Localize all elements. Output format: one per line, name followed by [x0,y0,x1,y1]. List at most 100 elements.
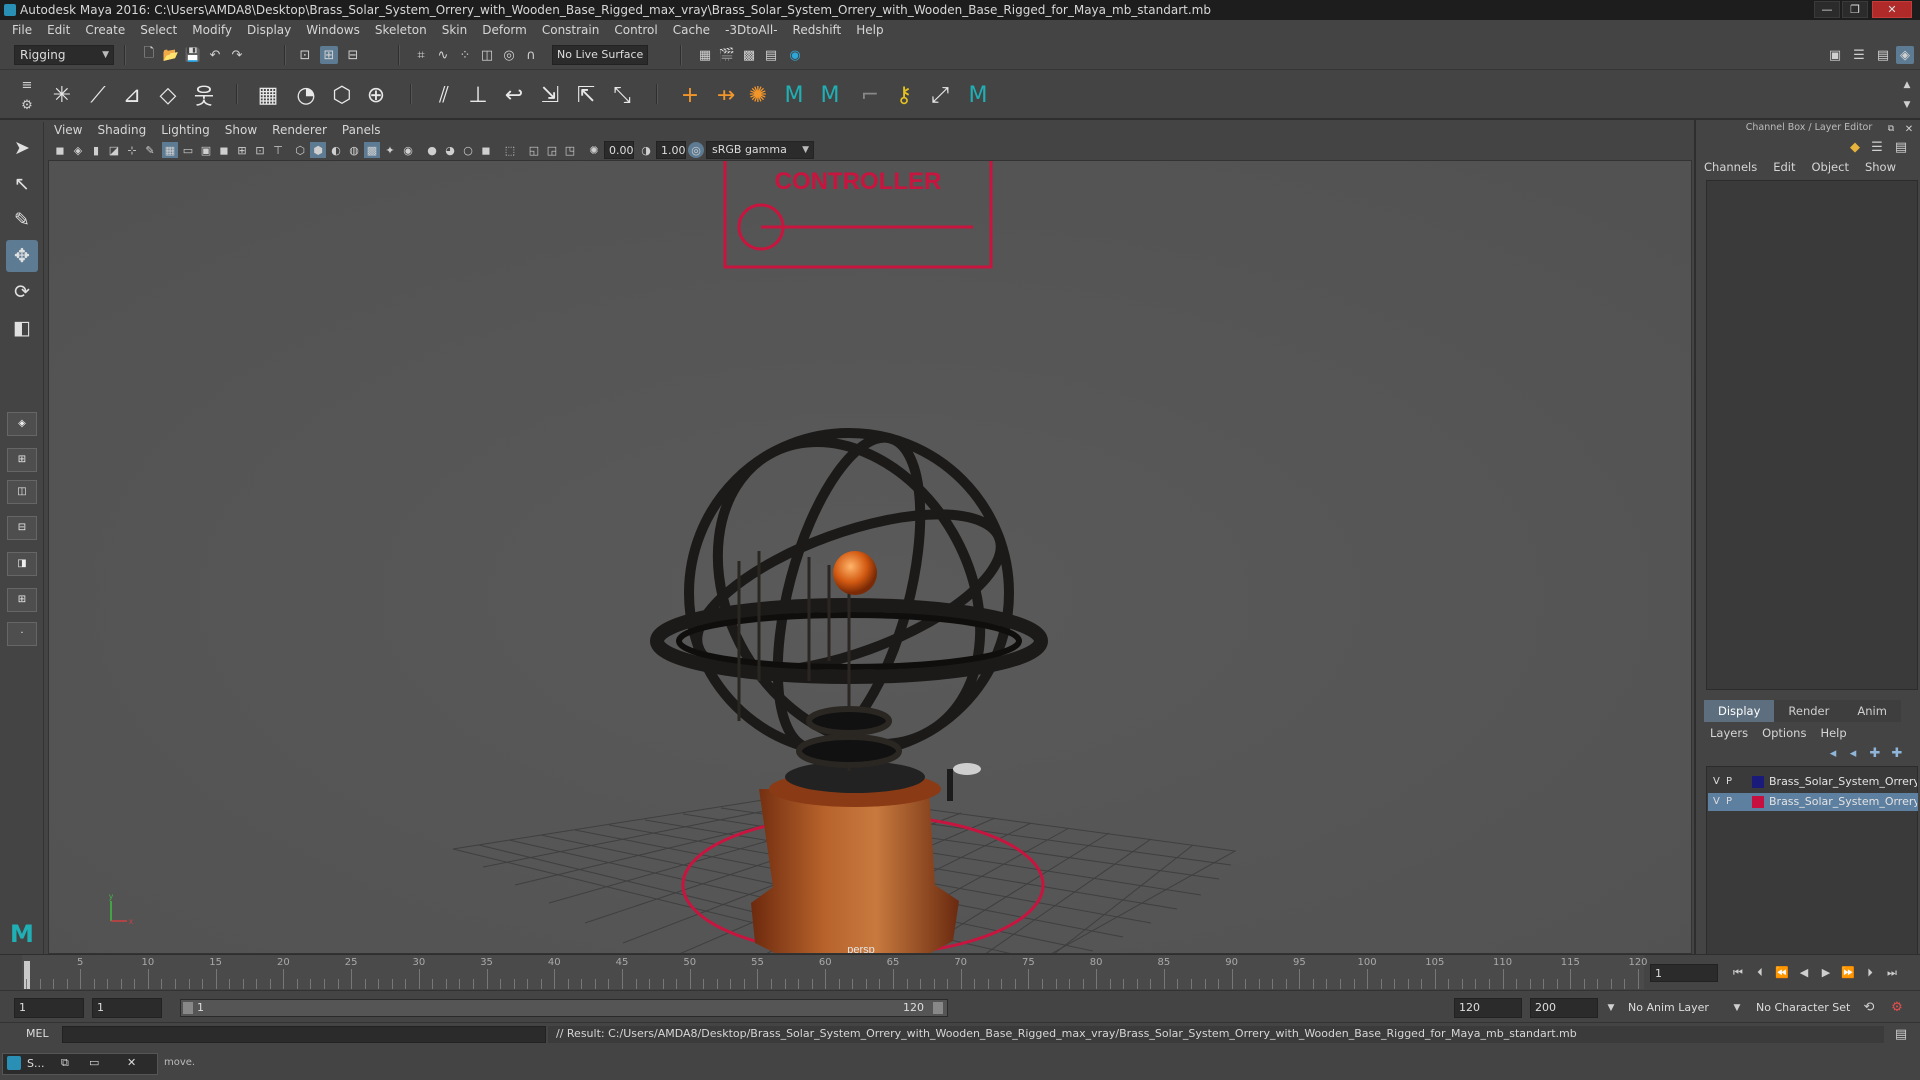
new-scene-icon[interactable]: 🗋 [140,46,158,64]
shadows-icon[interactable]: ✦ [382,142,398,158]
select-by-object-icon[interactable]: ⊞ [320,46,338,64]
shelf-scroll-up-icon[interactable]: ▲ [1898,76,1916,94]
exposure-icon[interactable]: ✺ [586,142,602,158]
ik-handle-icon[interactable]: ⟋ [82,79,114,111]
hypershade-layout-icon[interactable]: ⊞ [7,588,37,612]
backface-culling-icon[interactable]: ◳ [562,142,578,158]
playback-end-field[interactable]: 120 [1454,998,1522,1018]
shelf-settings-icon[interactable]: ⚙ [18,96,36,114]
character-set-select[interactable]: No Character Set [1756,1001,1850,1014]
grease-pencil-icon[interactable]: ✎ [142,142,158,158]
menu-skeleton[interactable]: Skeleton [375,23,427,37]
menu-cache[interactable]: Cache [673,23,710,37]
gamma-field[interactable]: 1.00 [656,141,686,159]
current-frame-field[interactable]: 1 [1650,964,1718,982]
range-start-handle[interactable] [183,1002,193,1014]
range-end-handle[interactable] [933,1002,943,1014]
menu-select[interactable]: Select [140,23,177,37]
lasso-tool-icon[interactable]: ↖ [6,168,38,200]
snap-to-grid-icon[interactable]: ⌗ [412,46,430,64]
menu-redshift[interactable]: Redshift [793,23,842,37]
snap-to-curve-icon[interactable]: ∿ [434,46,452,64]
single-perspective-layout-icon[interactable]: ◈ [7,412,37,436]
menu-windows[interactable]: Windows [306,23,360,37]
tab-render[interactable]: Render [1774,700,1844,722]
layer-visibility-toggle[interactable]: V [1713,773,1720,791]
side-by-side-layout-icon[interactable]: ◫ [7,480,37,504]
point-constraint-icon[interactable]: + [674,79,706,111]
chevron-down-icon[interactable]: ▼ [1728,999,1746,1017]
open-scene-icon[interactable]: 📂 [162,46,180,64]
ik-spline-icon[interactable]: ⊿ [116,79,148,111]
redo-icon[interactable]: ↷ [228,46,246,64]
render-view-icon[interactable]: ▦ [696,46,714,64]
select-tool-icon[interactable]: ➤ [6,132,38,164]
object-menu[interactable]: Object [1812,160,1849,174]
live-surface-field[interactable]: No Live Surface [552,45,648,65]
edit-menu[interactable]: Edit [1773,160,1795,174]
copy-weights-icon[interactable]: ⇱ [570,79,602,111]
layer-row[interactable]: V P Brass_Solar_System_Orrery_with_Woode… [1708,793,1918,811]
aim-constraint-icon[interactable]: ⇸ [710,79,742,111]
step-back-frame-icon[interactable]: ⏴ [1752,965,1768,981]
magnet-icon[interactable]: ∩ [522,46,540,64]
scale-constraint-icon[interactable]: M [778,79,810,111]
viewport-menu-show[interactable]: Show [225,123,257,137]
script-language-toggle[interactable]: MEL [26,1027,49,1040]
close-icon[interactable]: ✕ [127,1056,136,1069]
new-layer-from-selection-icon[interactable]: ✚ [1888,744,1906,762]
step-back-key-icon[interactable]: ⏪ [1774,965,1790,981]
menu-file[interactable]: File [12,23,32,37]
auto-key-icon[interactable]: ⟲ [1860,998,1878,1016]
color-space-select[interactable]: sRGB gamma ▼ [706,141,814,159]
smooth-shade-icon[interactable]: ⬢ [310,142,326,158]
save-scene-icon[interactable]: 💾 [184,46,202,64]
gamma-icon[interactable]: ◑ [638,142,654,158]
anim-layer-select[interactable]: No Anim Layer [1628,1001,1709,1014]
menu-3dtoall[interactable]: -3DtoAll- [725,23,777,37]
graph-editor-layout-icon[interactable]: ◨ [7,552,37,576]
move-layer-down-icon[interactable]: ◂ [1844,744,1862,762]
channel-box-layout-icon[interactable]: ▤ [1892,138,1910,156]
orient-constraint-icon[interactable]: ✺ [742,79,774,111]
viewport-menu-lighting[interactable]: Lighting [161,123,210,137]
menu-create[interactable]: Create [85,23,125,37]
close-panel-icon[interactable]: ✕ [1900,120,1918,138]
wireframe-on-shaded-icon[interactable]: ◐ [328,142,344,158]
chevron-down-icon[interactable]: ▼ [1602,999,1620,1017]
shelf-menu-icon[interactable]: ≡ [18,76,36,94]
menu-edit[interactable]: Edit [47,23,70,37]
animation-preferences-icon[interactable]: ⚙ [1888,998,1906,1016]
go-to-end-icon[interactable]: ⏭ [1884,965,1900,981]
undo-icon[interactable]: ↶ [206,46,224,64]
gate-mask-icon[interactable]: ◼ [216,142,232,158]
exposure-field[interactable]: 0.00 [604,141,634,159]
layer-row[interactable]: V P Brass_Solar_System_Orrery_with_Woode… [1708,773,1918,791]
field-chart-icon[interactable]: ⊞ [234,142,250,158]
sun-sphere[interactable] [833,551,877,595]
insert-joint-icon[interactable]: ◇ [152,79,184,111]
menu-modify[interactable]: Modify [192,23,232,37]
viewport-menu-renderer[interactable]: Renderer [272,123,327,137]
minimized-window-tab[interactable]: S... ⧉ ▭ ✕ [2,1053,158,1075]
depth-of-field-icon[interactable]: ○ [460,142,476,158]
joint-tool-icon[interactable]: ✳ [46,79,78,111]
bookmark-icon[interactable]: ▮ [88,142,104,158]
grid-icon[interactable]: ▦ [162,142,178,158]
layer-playback-toggle[interactable]: P [1726,773,1732,791]
custom-layout-icon[interactable]: · [7,622,37,646]
shelf-scroll-down-icon[interactable]: ▼ [1898,96,1916,114]
wrap-deformer-icon[interactable]: ⬡ [326,79,358,111]
float-panel-icon[interactable]: ⧉ [1882,120,1900,138]
channel-box-toggle-icon[interactable]: ◈ [1896,46,1914,64]
command-input[interactable] [62,1026,546,1043]
isolate-select-icon[interactable]: ◼ [478,142,494,158]
bind-skin-icon[interactable]: ⫽ [428,79,460,111]
current-time-indicator[interactable] [24,961,30,989]
paint-weights-icon[interactable]: ↩ [498,79,530,111]
keyframe-icon[interactable]: ◆ [1846,138,1864,156]
modeling-toolkit-icon[interactable]: ▣ [1826,46,1844,64]
xray-components-icon[interactable]: ◲ [544,142,560,158]
cluster-icon[interactable]: ◔ [290,79,322,111]
prune-weights-icon[interactable]: ⤡ [606,79,638,111]
